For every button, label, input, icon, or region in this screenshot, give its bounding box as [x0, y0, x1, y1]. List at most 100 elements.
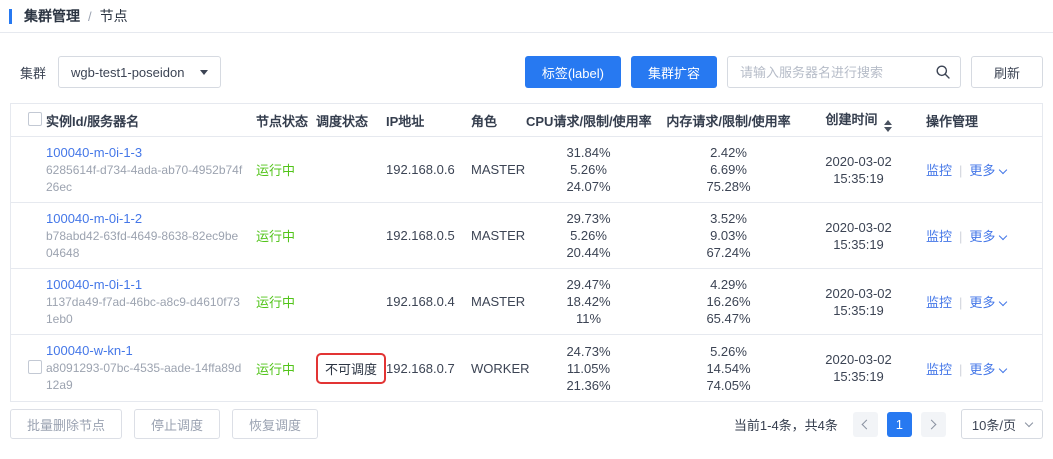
batch-actions: 批量删除节点 停止调度 恢复调度 — [10, 409, 319, 439]
chevron-down-icon — [999, 297, 1008, 307]
row-checkbox[interactable] — [28, 359, 42, 374]
node-role: MASTER — [471, 228, 526, 243]
table-header: 实例Id/服务器名 节点状态 调度状态 IP地址 角色 CPU请求/限制/使用率… — [11, 104, 1042, 137]
created-clock: 15:35:19 — [833, 302, 884, 318]
page-size-value: 10条/页 — [971, 417, 1016, 433]
current-page-button[interactable]: 1 — [886, 411, 912, 437]
toolbar: 集群 wgb-test1-poseidon 标签(label) 集群扩容 刷新 — [0, 33, 1053, 103]
pagination: 当前1-4条，共4条 1 10条/页 — [734, 409, 1043, 439]
cluster-label: 集群 — [20, 65, 47, 81]
cpu-limit: 5.26% — [570, 228, 607, 243]
created-clock: 15:35:19 — [833, 369, 884, 384]
more-link[interactable]: 更多 — [969, 362, 995, 377]
created-time: 2020-03-02 15:35:19 — [806, 285, 911, 319]
resume-schedule-button[interactable]: 恢复调度 — [232, 409, 319, 439]
instance-name-link[interactable]: 100040-m-0i-1-2 — [46, 210, 142, 228]
memory-limit: 6.69% — [710, 162, 747, 177]
instance-name-link[interactable]: 100040-m-0i-1-3 — [46, 144, 142, 162]
col-header-sched-status: 调度状态 — [316, 113, 369, 129]
cluster-select[interactable]: wgb-test1-poseidon — [58, 56, 222, 88]
node-status: 运行中 — [256, 295, 296, 310]
more-link[interactable]: 更多 — [969, 295, 995, 310]
cpu-limit: 18.42% — [566, 294, 611, 309]
cluster-expand-button[interactable]: 集群扩容 — [630, 56, 717, 88]
instance-name-link[interactable]: 100040-m-0i-1-1 — [46, 276, 142, 294]
monitor-link[interactable]: 监控 — [926, 362, 952, 377]
created-time: 2020-03-02 15:35:19 — [806, 219, 911, 253]
created-header-label: 创建时间 — [825, 111, 878, 127]
created-date: 2020-03-02 — [825, 352, 892, 367]
ip-address: 192.168.0.6 — [386, 162, 455, 177]
chevron-down-icon — [999, 165, 1008, 175]
node-management-page: 集群管理 / 节点 集群 wgb-test1-poseidon 标签(label… — [0, 0, 1053, 459]
stop-schedule-button[interactable]: 停止调度 — [134, 409, 221, 439]
table-row: 100040-w-kn-1 a8091293-07bc-4535-aade-14… — [11, 335, 1042, 401]
created-clock: 15:35:19 — [833, 170, 884, 186]
created-time: 2020-03-02 15:35:19 — [806, 351, 911, 385]
search-input[interactable] — [726, 56, 961, 88]
sort-arrows-icon[interactable] — [883, 119, 892, 132]
cpu-metrics: 24.73% 11.05% 21.36% — [526, 343, 651, 394]
next-page-button[interactable] — [920, 411, 946, 437]
created-time: 2020-03-02 15:35:19 — [806, 153, 911, 187]
memory-request: 3.52% — [710, 211, 747, 226]
cpu-metrics: 31.84% 5.26% 24.07% — [526, 144, 651, 195]
cpu-request: 29.73% — [566, 211, 611, 226]
node-role: WORKER — [471, 360, 530, 376]
breadcrumb-section[interactable]: 集群管理 — [24, 6, 80, 26]
chevron-right-icon — [926, 419, 937, 429]
more-link[interactable]: 更多 — [969, 163, 995, 178]
row-actions: 监控 | 更多 — [911, 226, 1042, 245]
ip-address: 192.168.0.7 — [386, 360, 455, 376]
node-status: 运行中 — [256, 163, 296, 178]
cpu-limit: 11.05% — [566, 360, 611, 376]
cpu-request: 29.47% — [566, 277, 611, 292]
instance-uuid: a8091293-07bc-4535-aade-14ffa89d12a9 — [46, 361, 242, 392]
breadcrumb-separator: / — [88, 8, 92, 24]
instance-uuid: b78abd42-63fd-4649-8638-82ec9be04648 — [46, 228, 239, 260]
col-header-actions: 操作管理 — [926, 113, 979, 129]
memory-usage: 74.05% — [706, 377, 751, 393]
refresh-button[interactable]: 刷新 — [970, 56, 1043, 88]
prev-page-button[interactable] — [852, 411, 878, 437]
pagination-summary: 当前1-4条，共4条 — [733, 417, 838, 433]
table-body: 100040-m-0i-1-3 6285614f-d734-4ada-ab70-… — [11, 137, 1042, 401]
instance-name-link[interactable]: 100040-w-kn-1 — [46, 342, 133, 360]
col-header-ip: IP地址 — [386, 113, 425, 129]
cluster-selector-group: 集群 wgb-test1-poseidon — [10, 56, 222, 88]
memory-limit: 9.03% — [710, 228, 747, 243]
memory-metrics: 3.52% 9.03% 67.24% — [651, 210, 806, 261]
col-header-memory: 内存请求/限制/使用率 — [666, 113, 791, 129]
breadcrumb: 集群管理 / 节点 — [0, 0, 1053, 33]
cpu-usage: 21.36% — [566, 377, 611, 393]
chevron-down-icon — [999, 364, 1008, 373]
cpu-usage: 20.44% — [566, 245, 611, 260]
more-link[interactable]: 更多 — [969, 229, 995, 244]
action-divider: | — [959, 295, 963, 310]
action-divider: | — [959, 361, 963, 377]
chevron-down-icon — [999, 231, 1008, 241]
created-clock: 15:35:19 — [833, 236, 884, 252]
created-date: 2020-03-02 — [825, 219, 892, 235]
node-status: 运行中 — [256, 229, 296, 244]
monitor-link[interactable]: 监控 — [926, 229, 952, 244]
label-button[interactable]: 标签(label) — [524, 56, 621, 88]
batch-delete-button[interactable]: 批量删除节点 — [10, 409, 123, 439]
instance-uuid: 6285614f-d734-4ada-ab70-4952b74f26ec — [46, 162, 243, 194]
instance-uuid: 1137da49-f7ad-46bc-a8c9-d4610f731eb0 — [46, 294, 240, 326]
cpu-metrics: 29.73% 5.26% 20.44% — [526, 210, 651, 261]
monitor-link[interactable]: 监控 — [926, 295, 952, 310]
cpu-usage: 24.07% — [566, 179, 611, 194]
page-size-select[interactable]: 10条/页 — [960, 409, 1043, 439]
ip-address: 192.168.0.4 — [386, 294, 455, 309]
row-actions: 监控 | 更多 — [911, 160, 1042, 179]
cpu-usage: 11% — [575, 311, 602, 326]
row-actions: 监控 | 更多 — [911, 359, 1042, 378]
created-date: 2020-03-02 — [825, 153, 892, 169]
search-icon[interactable] — [935, 64, 951, 85]
monitor-link[interactable]: 监控 — [926, 163, 952, 178]
memory-usage: 75.28% — [706, 179, 751, 194]
memory-request: 5.26% — [710, 343, 747, 359]
select-all-checkbox[interactable] — [28, 111, 42, 126]
memory-usage: 65.47% — [706, 311, 751, 326]
